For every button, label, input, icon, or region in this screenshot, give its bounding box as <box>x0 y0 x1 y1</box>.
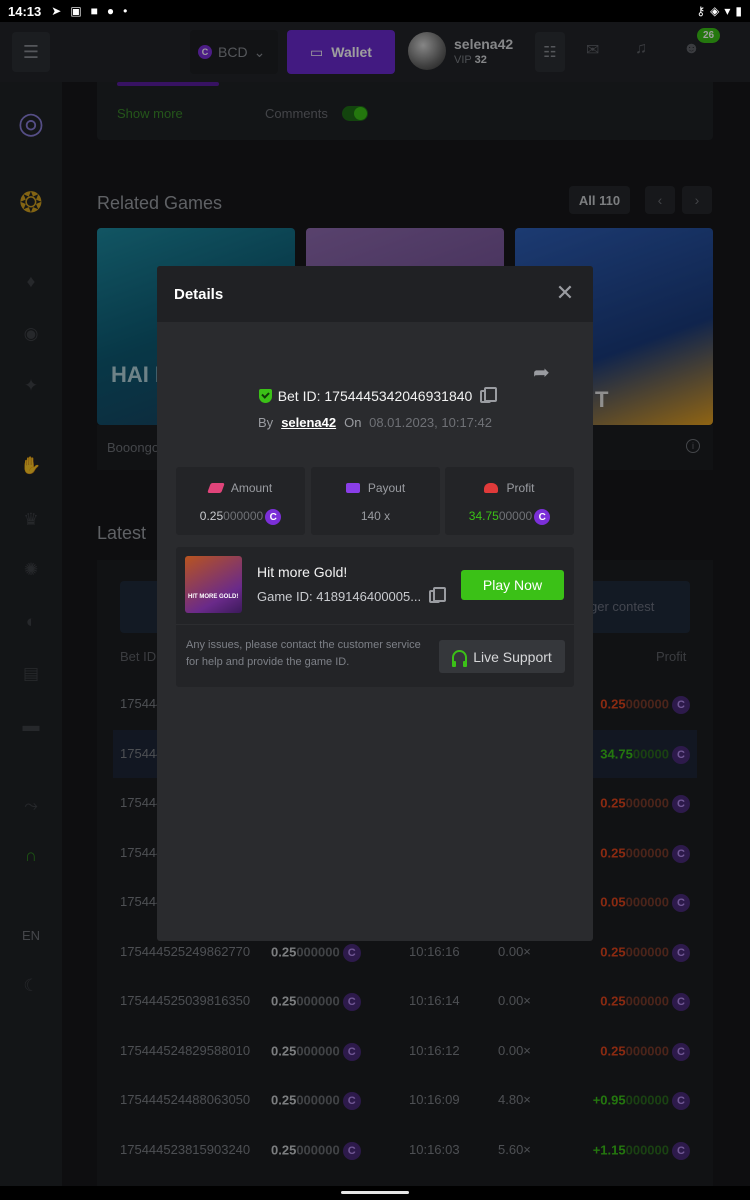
profit-icon <box>484 483 499 493</box>
signal-icon: ◈ <box>710 4 720 18</box>
payout-card: Payout 140 x <box>311 467 440 535</box>
payout-value: 140 x <box>360 509 391 523</box>
game-info-box: HIT MORE GOLD! Hit more Gold! Game ID: 4… <box>176 547 574 687</box>
status-time: 14:13 <box>8 3 42 19</box>
divider <box>176 624 574 625</box>
app-screen: 14:13 ➤ ▣ ■ ● • ⚷ ◈ ▾ ▮ ☰ C BCD ⌄ ▭ Wall… <box>0 0 750 1200</box>
status-icons: ⚷ ◈ ▾ ▮ <box>696 4 742 18</box>
modal-title: Details <box>174 285 224 303</box>
telegram-icon: ➤ <box>51 4 62 18</box>
play-now-button[interactable]: Play Now <box>461 570 564 600</box>
support-hint: Any issues, please contact the customer … <box>186 639 421 668</box>
key-icon: ⚷ <box>696 4 706 18</box>
amount-icon <box>206 483 225 493</box>
android-nav-bar <box>0 1186 750 1200</box>
bet-id-label: Bet ID: <box>277 388 321 404</box>
on-label: On <box>344 415 362 430</box>
live-support-label: Live Support <box>473 648 552 665</box>
gallery-icon: ▣ <box>70 4 82 18</box>
share-icon[interactable]: ➦ <box>533 360 550 385</box>
amount-card: Amount 0.25000000 C <box>176 467 305 535</box>
bet-id-row: Bet ID: 1754445342046931840 <box>157 387 593 404</box>
details-modal: Details ✕ ➦ Bet ID: 1754445342046931840 … <box>157 266 593 941</box>
battery-icon: ▮ <box>735 4 742 18</box>
copy-icon[interactable] <box>429 587 447 603</box>
wifi-icon: ▾ <box>724 4 731 18</box>
profit-label: Profit <box>506 481 535 495</box>
by-label: By <box>258 415 274 430</box>
payout-label: Payout <box>367 481 406 495</box>
game-id-value: 4189146400005... <box>316 589 422 604</box>
modal-header: Details <box>157 266 593 322</box>
bet-date: 08.01.2023, 10:17:42 <box>369 415 492 430</box>
coin-icon: C <box>265 509 282 525</box>
bet-user-link[interactable]: selena42 <box>281 415 336 430</box>
bet-id-value: 1754445342046931840 <box>324 388 473 404</box>
copy-icon[interactable] <box>480 387 498 403</box>
dot-icon: • <box>123 4 128 18</box>
close-icon[interactable]: ✕ <box>554 282 576 304</box>
live-support-button[interactable]: Live Support <box>439 640 565 673</box>
circle-icon: ● <box>106 4 115 18</box>
headset-icon <box>452 650 468 667</box>
payout-icon <box>345 483 360 493</box>
amount-value: 0.25000000 C <box>176 509 305 525</box>
game-thumbnail[interactable]: HIT MORE GOLD! <box>185 556 242 613</box>
profit-card: Profit 34.7500000 C <box>445 467 574 535</box>
status-bar: 14:13 ➤ ▣ ■ ● • ⚷ ◈ ▾ ▮ <box>0 0 750 22</box>
game-id-row: Game ID: 4189146400005... <box>257 587 447 604</box>
home-handle[interactable] <box>341 1191 409 1194</box>
amount-label: Amount <box>230 481 273 495</box>
game-title: Hit more Gold! <box>257 564 348 580</box>
bet-author-row: By selena42 On 08.01.2023, 10:17:42 <box>157 415 593 430</box>
square-icon: ■ <box>90 4 98 18</box>
profit-value: 34.7500000 C <box>445 509 574 525</box>
thumb-text: HIT MORE GOLD! <box>188 594 239 600</box>
coin-icon: C <box>534 509 551 525</box>
game-id-label: Game ID: <box>257 589 313 604</box>
shield-check-icon <box>258 389 272 403</box>
